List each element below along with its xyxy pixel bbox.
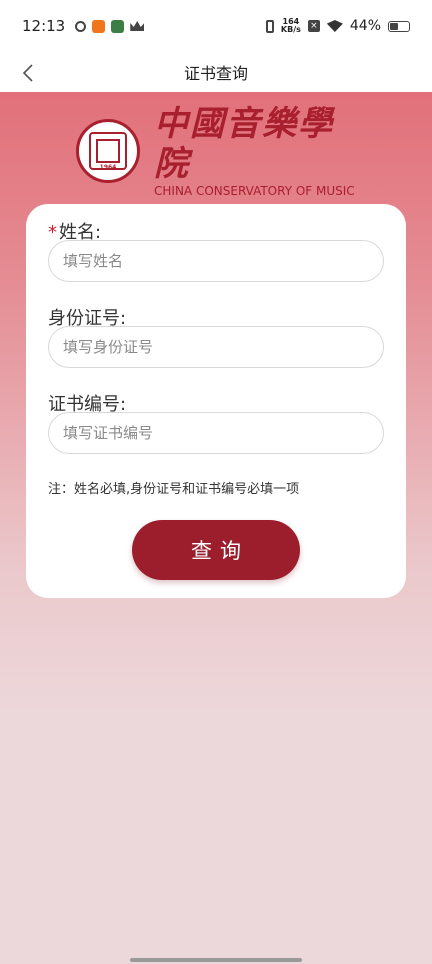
required-mark: *: [48, 222, 57, 243]
battery-icon: [388, 20, 410, 32]
id-number-input[interactable]: [48, 326, 384, 368]
query-form-card: *姓名: 身份证号: 证书编号: 注：姓名必填,身份证号和证书编号必填一项 查询: [26, 204, 406, 598]
nav-bar: 证书查询: [0, 52, 432, 92]
school-logo: 1964 中國音樂學院 CHINA CONSERVATORY OF MUSIC: [76, 104, 366, 198]
status-right: 164 KB/s × 44%: [265, 18, 410, 34]
chevron-left-icon: [22, 64, 33, 82]
seal-year: 1964: [99, 164, 117, 171]
sim-blocked-icon: ×: [307, 20, 320, 32]
wifi-icon: [326, 20, 343, 32]
school-name-en: CHINA CONSERVATORY OF MUSIC: [154, 184, 355, 198]
form-note: 注：姓名必填,身份证号和证书编号必填一项: [48, 482, 300, 497]
name-input[interactable]: [48, 240, 384, 282]
status-left: 12:13: [22, 17, 145, 35]
net-speed-unit: KB/s: [280, 25, 301, 34]
battery-percent: 44%: [349, 18, 381, 34]
status-time: 12:13: [22, 17, 66, 35]
crown-icon: [130, 21, 145, 31]
vibrate-icon: [265, 19, 274, 33]
home-indicator[interactable]: [130, 958, 302, 962]
app-notification-icon-2: [111, 19, 125, 33]
school-seal-icon: 1964: [76, 119, 140, 183]
query-button[interactable]: 查询: [132, 520, 300, 580]
logo-text: 中國音樂學院 CHINA CONSERVATORY OF MUSIC: [154, 104, 366, 198]
app-notification-icon: [92, 19, 106, 33]
back-button[interactable]: [14, 60, 42, 86]
net-speed: 164 KB/s: [281, 18, 301, 34]
status-bar: 12:13 164 KB/s × 44%: [0, 0, 432, 52]
page-title: 证书查询: [183, 64, 248, 83]
school-name-cn: 中國音樂學院: [154, 104, 334, 184]
sync-icon: [75, 20, 87, 32]
cert-number-input[interactable]: [48, 412, 384, 454]
